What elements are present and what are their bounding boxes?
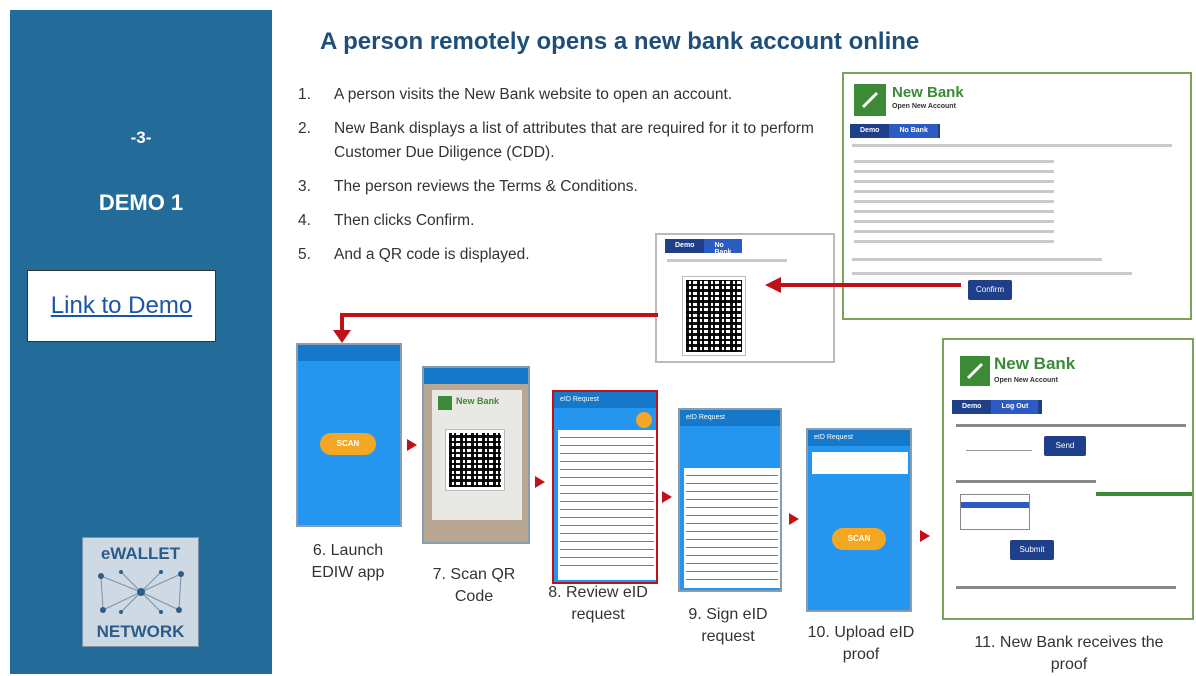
arrow-left-icon xyxy=(765,277,961,293)
description-line xyxy=(852,144,1172,147)
attribute-list xyxy=(558,430,656,580)
bank-proof-panel: New Bank Open New Account Demo Log Out S… xyxy=(942,338,1194,620)
step-item: 1. A person visits the New Bank website t… xyxy=(298,83,838,107)
phone-upload-proof: eID Request SCAN xyxy=(806,428,912,612)
attribute-line xyxy=(854,180,1054,183)
phone-header xyxy=(424,368,528,384)
network-icon xyxy=(98,570,184,614)
bank-tabs: Demo Log Out xyxy=(952,400,1042,414)
step-text: Then clicks Confirm. xyxy=(334,212,475,229)
step-text: And a QR code is displayed. xyxy=(334,246,530,263)
qr-tabs: Demo No Bank xyxy=(665,239,742,256)
arrow-right-icon xyxy=(407,439,417,451)
attribute-line xyxy=(854,190,1054,193)
phone-header: eID Request xyxy=(554,392,656,408)
bank-subtitle: Open New Account xyxy=(994,377,1058,384)
tab-demo[interactable]: Demo xyxy=(850,124,889,138)
slide-number: -3- xyxy=(130,128,152,147)
email-input[interactable] xyxy=(966,438,1032,451)
camera-view: New Bank xyxy=(432,390,522,520)
phone-header: eID Request xyxy=(808,430,910,446)
step-number: 3. xyxy=(298,178,311,195)
bank-logo-icon xyxy=(438,396,452,410)
bank-logo-icon xyxy=(960,356,990,386)
submit-button[interactable]: Submit xyxy=(1010,540,1054,560)
instruction-line xyxy=(667,259,787,262)
arrow-right-icon xyxy=(662,491,672,503)
sidebar: -3- DEMO 1 Link to Demo eWALLET NETWORK xyxy=(10,10,272,674)
attribute-list xyxy=(684,468,780,588)
phone-header: eID Request xyxy=(680,410,780,426)
attribute-line xyxy=(854,230,1054,233)
tab-bank[interactable]: No Bank xyxy=(889,124,938,138)
arrow-down-icon xyxy=(333,313,658,343)
step-text: A person visits the New Bank website to … xyxy=(334,86,733,103)
bank-name: New Bank xyxy=(994,354,1076,373)
logo-text-bottom: NETWORK xyxy=(96,622,185,641)
caption-step-9: 9. Sign eID request xyxy=(688,606,768,645)
attribute-line xyxy=(854,220,1054,223)
step-text: New Bank displays a list of attributes t… xyxy=(334,120,814,161)
caption-step-10: 10. Upload eID proof xyxy=(807,624,915,663)
attribute-line xyxy=(854,240,1054,243)
bank-name: New Bank xyxy=(892,84,964,101)
tab-logout[interactable]: Log Out xyxy=(991,400,1039,414)
caption-step-11: 11. New Bank receives the proof xyxy=(974,634,1164,673)
tab-demo[interactable]: Demo xyxy=(952,400,991,414)
attribute-line xyxy=(854,210,1054,213)
bank-subtitle: Open New Account xyxy=(892,103,956,110)
phone-header xyxy=(298,345,400,361)
bank-logo-icon xyxy=(854,84,886,116)
page-title: A person remotely opens a new bank accou… xyxy=(320,28,920,55)
phone-scan-qr: New Bank xyxy=(422,366,530,544)
qr-code-icon xyxy=(683,277,745,355)
scan-button[interactable]: SCAN xyxy=(832,528,886,550)
qr-code-panel: Demo No Bank xyxy=(655,233,835,363)
attribute-select[interactable] xyxy=(960,494,1030,530)
demo-title: DEMO 1 xyxy=(98,190,184,215)
step-number: 2. xyxy=(298,120,311,137)
select-attribute-line xyxy=(956,480,1096,483)
confirm-button[interactable]: Confirm xyxy=(968,280,1012,300)
step-item: 4. Then clicks Confirm. xyxy=(298,209,838,233)
attribute-line xyxy=(854,170,1054,173)
caption-step-7: 7. Scan QR Code xyxy=(432,566,516,605)
result-link xyxy=(1096,492,1192,496)
step-item: 2. New Bank displays a list of attributes… xyxy=(298,117,834,165)
send-button[interactable]: Send xyxy=(1044,436,1086,456)
attribute-line xyxy=(854,200,1054,203)
qr-code-icon xyxy=(446,430,504,490)
selected-option xyxy=(961,502,1029,508)
ewallet-network-logo: eWALLET NETWORK xyxy=(82,537,199,647)
tab-demo[interactable]: Demo xyxy=(665,239,704,253)
bank-tabs: Demo No Bank xyxy=(850,124,940,138)
arrow-right-icon xyxy=(535,476,545,488)
demo-link-box: Link to Demo xyxy=(27,270,216,342)
edit-icon[interactable] xyxy=(636,412,652,428)
phone-sign-request: eID Request xyxy=(678,408,782,592)
arrow-right-icon xyxy=(789,513,799,525)
arrow-right-icon xyxy=(920,530,930,542)
attribute-line xyxy=(854,160,1054,163)
caption-step-8: 8. Review eID request xyxy=(548,584,648,623)
terms-line xyxy=(852,258,1102,261)
scan-button[interactable]: SCAN xyxy=(320,433,376,455)
step-number: 1. xyxy=(298,86,311,103)
tab-bank[interactable]: No Bank xyxy=(704,239,742,256)
status-message xyxy=(812,452,908,474)
request-copy-line xyxy=(956,424,1186,427)
step-text: The person reviews the Terms & Condition… xyxy=(334,178,638,195)
caption-step-6: 6. Launch EDIW app xyxy=(311,542,385,581)
confirmation-line xyxy=(956,586,1176,589)
terms-line xyxy=(852,272,1132,275)
step-number: 5. xyxy=(298,246,311,263)
phone-review-request: eID Request xyxy=(552,390,658,584)
bank-name: New Bank xyxy=(456,396,500,406)
phone-launch-app: SCAN xyxy=(296,343,402,527)
logo-text-top: eWALLET xyxy=(100,544,181,563)
link-to-demo[interactable]: Link to Demo xyxy=(51,292,192,320)
step-item: 3. The person reviews the Terms & Conditi… xyxy=(298,175,838,199)
step-number: 4. xyxy=(298,212,311,229)
